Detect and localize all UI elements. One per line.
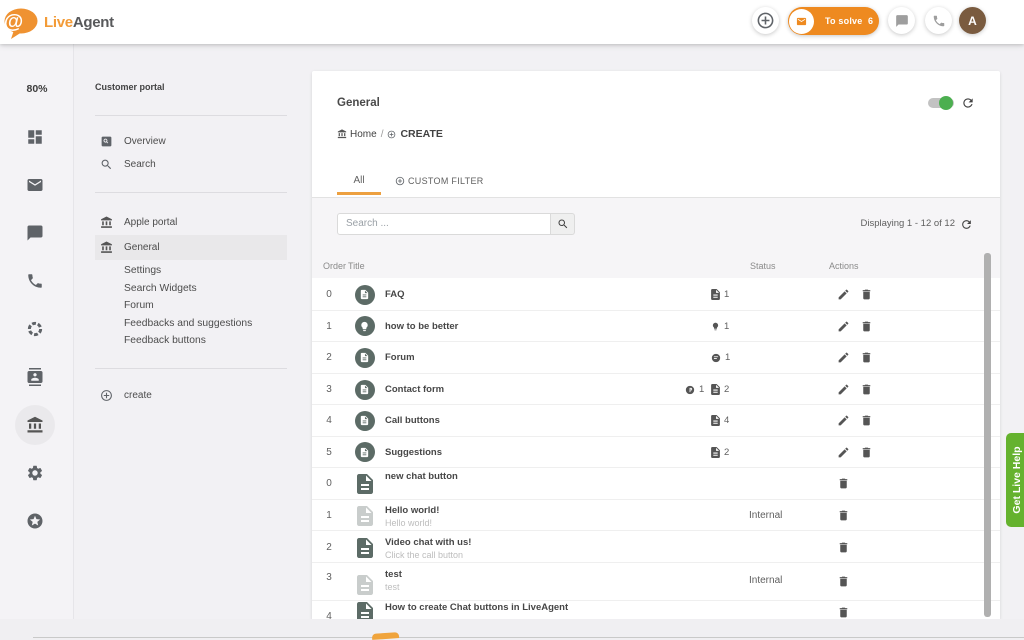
svg-text:@: @ bbox=[4, 11, 24, 33]
svg-text:LiveAgent: LiveAgent bbox=[44, 14, 114, 31]
